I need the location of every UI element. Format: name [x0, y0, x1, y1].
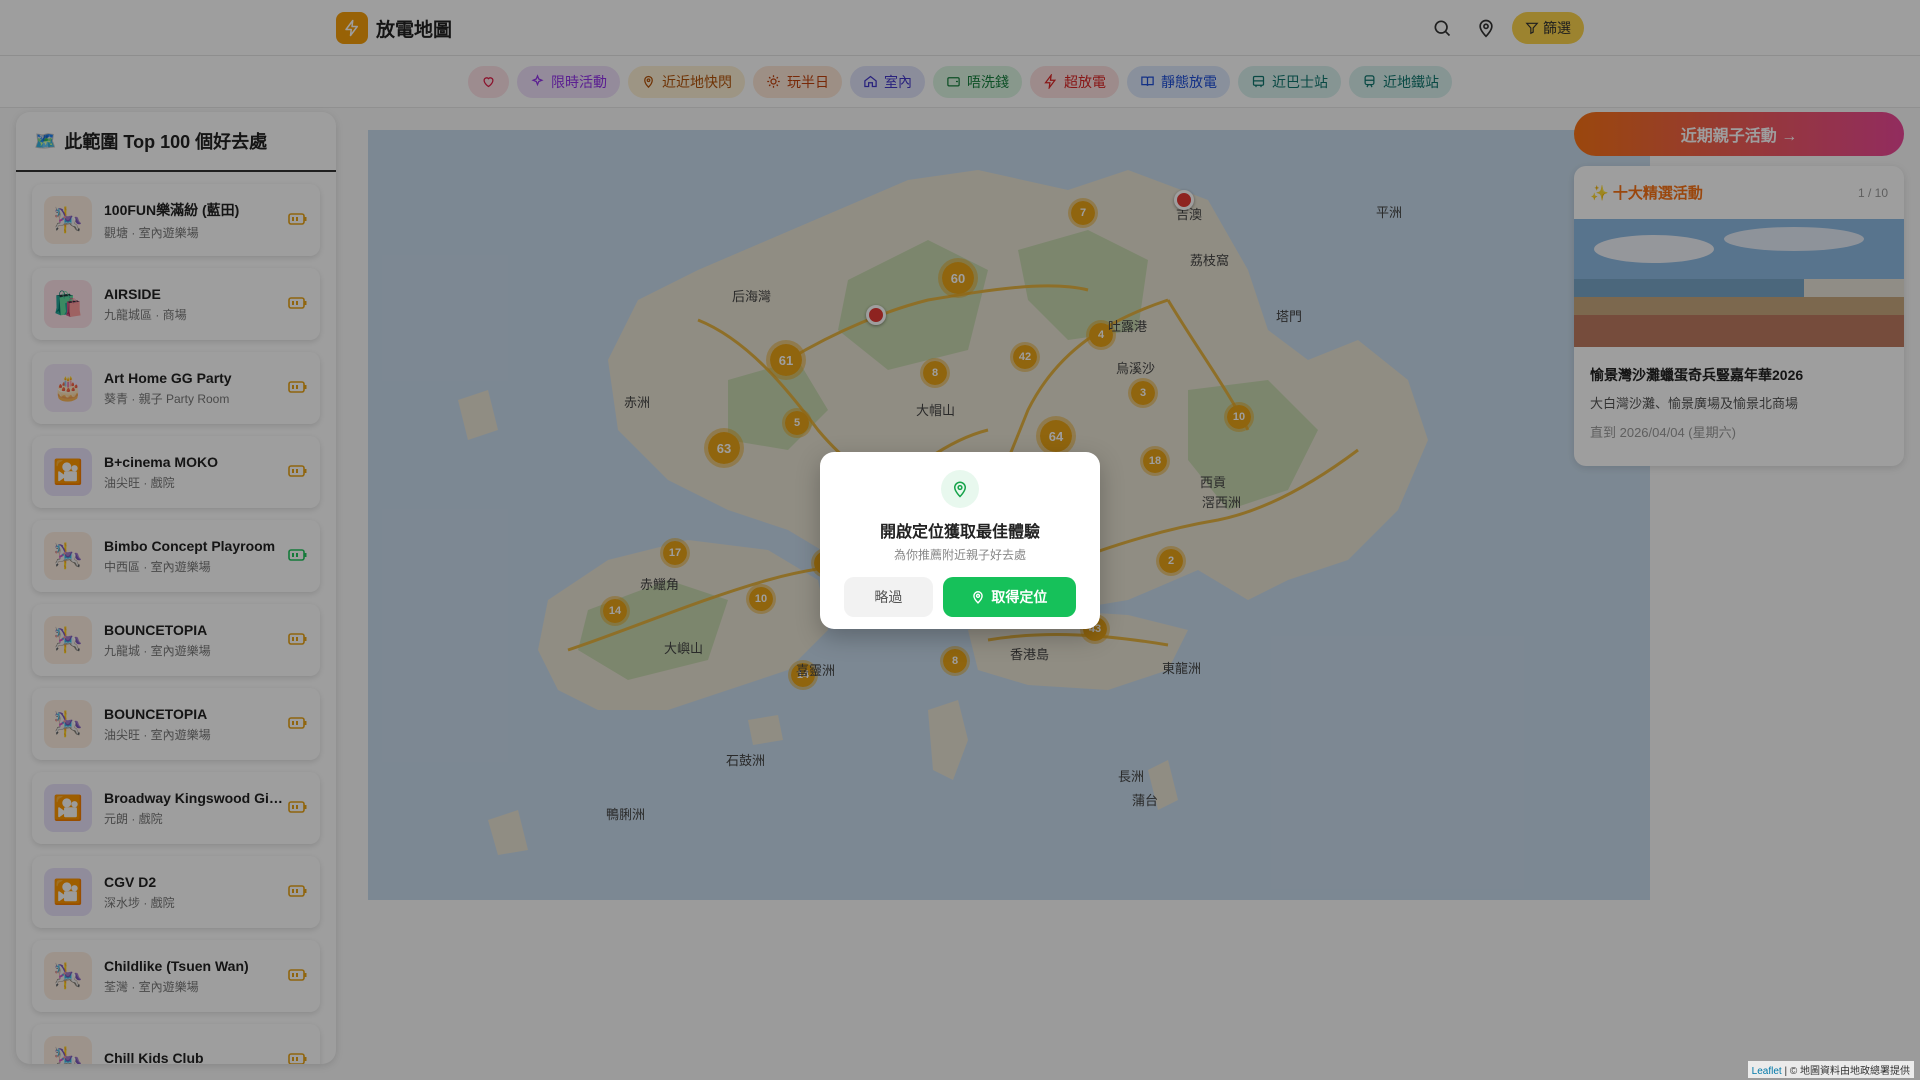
- leaflet-link[interactable]: Leaflet: [1752, 1066, 1782, 1077]
- get-location-button[interactable]: 取得定位: [942, 577, 1076, 617]
- attribution-text: | © 地圖資料由地政總署提供: [1784, 1066, 1910, 1077]
- modal-actions: 略過 取得定位: [820, 563, 1100, 617]
- modal-subtitle: 為你推薦附近親子好去處: [893, 548, 1026, 562]
- get-location-label: 取得定位: [991, 589, 1048, 605]
- skip-button[interactable]: 略過: [844, 577, 933, 617]
- location-permission-modal: 開啟定位獲取最佳體驗 為你推薦附近親子好去處 略過 取得定位: [820, 452, 1100, 629]
- map-attribution: Leaflet | © 地圖資料由地政總署提供: [1747, 1061, 1914, 1078]
- location-pin-icon: [973, 591, 984, 604]
- modal-title: 開啟定位獲取最佳體驗: [879, 524, 1040, 541]
- location-pin-icon: [941, 470, 979, 508]
